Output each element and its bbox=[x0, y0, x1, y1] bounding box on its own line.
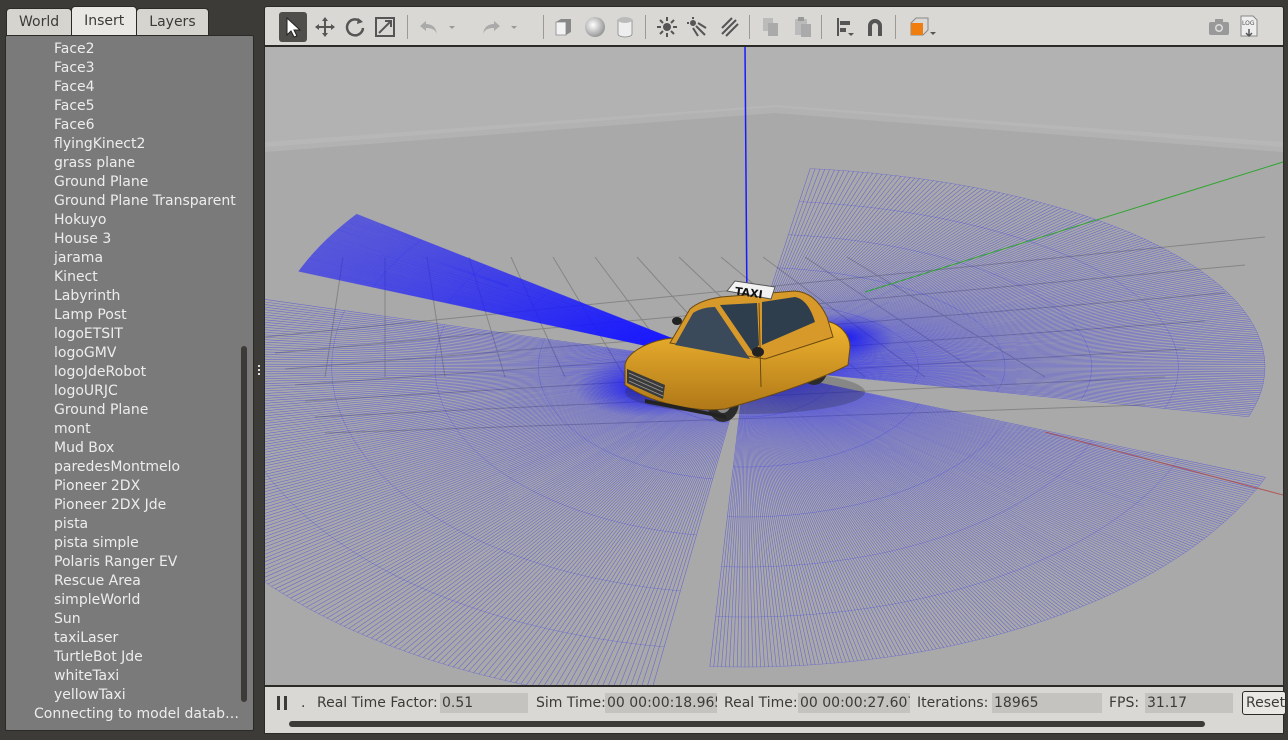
directional-light-icon[interactable] bbox=[715, 12, 743, 42]
align-icon[interactable] bbox=[831, 12, 859, 42]
model-list-item[interactable]: Polaris Ranger EV bbox=[6, 553, 242, 572]
fps-label: FPS: bbox=[1109, 695, 1140, 711]
real-time-value: 00 00:00:27.607 bbox=[798, 693, 910, 713]
copy-icon[interactable] bbox=[757, 12, 785, 42]
model-list-item[interactable]: whiteTaxi bbox=[6, 667, 242, 686]
view-angle-icon[interactable] bbox=[903, 12, 939, 42]
translate-icon[interactable] bbox=[311, 12, 339, 42]
model-list-item[interactable]: Face3 bbox=[6, 59, 242, 78]
select-arrow-icon[interactable] bbox=[279, 12, 307, 42]
toolbar: LOG bbox=[264, 6, 1284, 46]
model-list-item[interactable]: pista bbox=[6, 515, 242, 534]
point-light-icon[interactable] bbox=[653, 12, 681, 42]
model-list-item[interactable]: paredesMontmelo bbox=[6, 458, 242, 477]
model-list-item[interactable]: simpleWorld bbox=[6, 591, 242, 610]
scene-viewport[interactable]: TAXI bbox=[264, 46, 1284, 686]
scene-render: TAXI bbox=[265, 47, 1283, 685]
undo-dropdown-icon[interactable] bbox=[445, 12, 459, 42]
toolbar-separator bbox=[749, 15, 750, 39]
scene-area: LOG TAXI . Real Time Factor: 0.51 Sim Ti… bbox=[264, 6, 1288, 736]
model-list-item[interactable]: logoETSIT bbox=[6, 325, 242, 344]
fps-value: 31.17 bbox=[1145, 693, 1233, 713]
step-indicator: . bbox=[301, 695, 306, 711]
model-list-item[interactable]: Ground Plane bbox=[6, 401, 242, 420]
model-list-item[interactable]: logoJdeRobot bbox=[6, 363, 242, 382]
model-list: Face2 Face3 Face4 Face5 Face6 flyingKinect2 gr… bbox=[6, 40, 242, 705]
model-list-item[interactable]: TurtleBot Jde bbox=[6, 648, 242, 667]
model-list-item[interactable]: Sun bbox=[6, 610, 242, 629]
model-list-item[interactable]: logoGMV bbox=[6, 344, 242, 363]
log-icon-label: LOG bbox=[1242, 20, 1255, 27]
toolbar-separator bbox=[407, 15, 408, 39]
cylinder-icon[interactable] bbox=[611, 12, 639, 42]
panel-tabs: World Insert Layers bbox=[6, 6, 209, 35]
model-db-status: Connecting to model datab… bbox=[34, 706, 239, 722]
sim-time-value: 00 00:00:18.965 bbox=[605, 693, 717, 713]
model-list-item[interactable]: taxiLaser bbox=[6, 629, 242, 648]
scale-icon[interactable] bbox=[371, 12, 399, 42]
sphere-icon[interactable] bbox=[581, 12, 609, 42]
model-list-item[interactable]: Face5 bbox=[6, 97, 242, 116]
model-list-item[interactable]: Rescue Area bbox=[6, 572, 242, 591]
left-splitter-handle[interactable] bbox=[257, 365, 261, 375]
undo-icon[interactable] bbox=[415, 12, 443, 42]
model-list-frame: Face2 Face3 Face4 Face5 Face6 flyingKinect2 gr… bbox=[5, 35, 254, 731]
redo-icon[interactable] bbox=[477, 12, 505, 42]
model-list-item[interactable]: Face4 bbox=[6, 78, 242, 97]
model-list-item[interactable]: yellowTaxi bbox=[6, 686, 242, 705]
model-list-item[interactable]: Labyrinth bbox=[6, 287, 242, 306]
tab-world[interactable]: World bbox=[6, 8, 73, 35]
toolbar-separator bbox=[821, 15, 822, 39]
rtf-value: 0.51 bbox=[440, 693, 528, 713]
box-icon[interactable] bbox=[549, 12, 577, 42]
rtf-label: Real Time Factor: bbox=[317, 695, 438, 711]
sim-time-label: Sim Time: bbox=[536, 695, 606, 711]
model-list-item[interactable]: Pioneer 2DX Jde bbox=[6, 496, 242, 515]
reset-time-button[interactable]: Reset Time bbox=[1242, 691, 1286, 715]
stats-bar: . Real Time Factor: 0.51 Sim Time: 00 00… bbox=[264, 686, 1286, 734]
rotate-icon[interactable] bbox=[341, 12, 369, 42]
model-list-item[interactable]: House 3 bbox=[6, 230, 242, 249]
pause-icon[interactable] bbox=[271, 691, 293, 715]
iterations-value: 18965 bbox=[992, 693, 1102, 713]
model-list-item[interactable]: Mud Box bbox=[6, 439, 242, 458]
toolbar-separator bbox=[645, 15, 646, 39]
tab-layers[interactable]: Layers bbox=[136, 8, 209, 35]
log-icon[interactable]: LOG bbox=[1235, 12, 1263, 42]
screenshot-icon[interactable] bbox=[1205, 12, 1233, 42]
model-list-item[interactable]: Lamp Post bbox=[6, 306, 242, 325]
model-list-item[interactable]: logoURJC bbox=[6, 382, 242, 401]
toolbar-separator bbox=[895, 15, 896, 39]
iterations-label: Iterations: bbox=[917, 695, 989, 711]
model-list-item[interactable]: flyingKinect2 bbox=[6, 135, 242, 154]
horizontal-scrollbar[interactable] bbox=[289, 721, 1205, 727]
model-list-item[interactable]: grass plane bbox=[6, 154, 242, 173]
toolbar-separator bbox=[543, 15, 544, 39]
model-list-item[interactable]: Hokuyo bbox=[6, 211, 242, 230]
model-list-item[interactable]: mont bbox=[6, 420, 242, 439]
model-list-item[interactable]: Face6 bbox=[6, 116, 242, 135]
tab-insert[interactable]: Insert bbox=[71, 6, 138, 35]
spot-light-icon[interactable] bbox=[683, 12, 711, 42]
model-list-item[interactable]: Ground Plane bbox=[6, 173, 242, 192]
snap-icon[interactable] bbox=[861, 12, 889, 42]
redo-dropdown-icon[interactable] bbox=[507, 12, 521, 42]
vertical-scrollbar[interactable] bbox=[241, 346, 247, 702]
model-list-item[interactable]: pista simple bbox=[6, 534, 242, 553]
model-list-item[interactable]: Ground Plane Transparent bbox=[6, 192, 242, 211]
paste-icon[interactable] bbox=[789, 12, 817, 42]
model-list-item[interactable]: Face2 bbox=[6, 40, 242, 59]
model-list-item[interactable]: Kinect bbox=[6, 268, 242, 287]
real-time-label: Real Time: bbox=[724, 695, 798, 711]
gazebo-window: World Insert Layers Face2 Face3 Face4 Face5… bbox=[0, 0, 1288, 740]
model-list-item[interactable]: jarama bbox=[6, 249, 242, 268]
left-panel: World Insert Layers Face2 Face3 Face4 Face5… bbox=[0, 0, 258, 740]
model-list-item[interactable]: Pioneer 2DX bbox=[6, 477, 242, 496]
